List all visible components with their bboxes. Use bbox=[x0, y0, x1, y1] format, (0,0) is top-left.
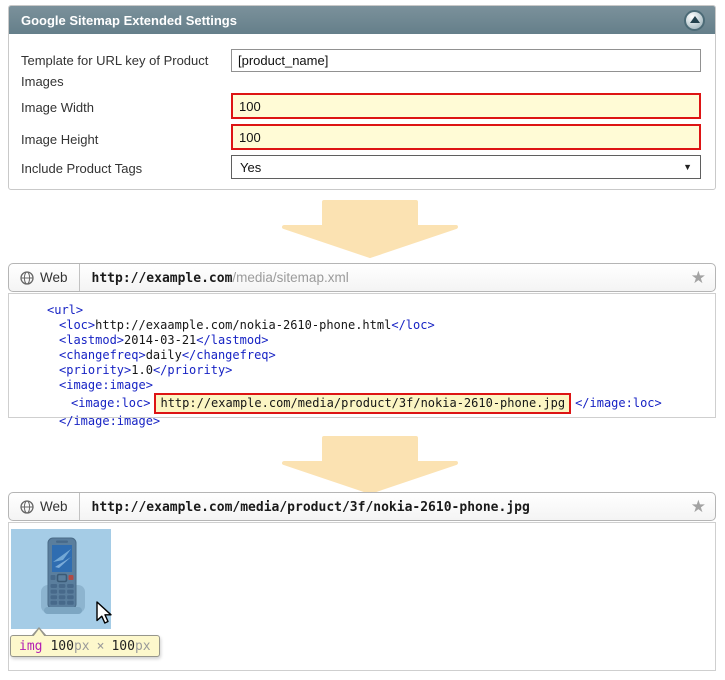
highlighted-image-url: http://example.com/media/product/3f/noki… bbox=[154, 393, 571, 414]
tooltip-width-value: 100 bbox=[50, 639, 73, 654]
chevron-down-icon: ▼ bbox=[683, 162, 692, 172]
bookmark-star-icon[interactable]: ★ bbox=[691, 269, 715, 286]
tooltip-tag-name: img bbox=[19, 639, 42, 654]
image-width-input[interactable] bbox=[231, 93, 701, 119]
field-label-image-height: Image Height bbox=[21, 129, 229, 150]
down-arrow-graphic bbox=[282, 200, 458, 258]
web-button-label: Web bbox=[40, 270, 68, 285]
url-display: http://example.com/media/product/3f/noki… bbox=[80, 499, 530, 515]
url-full: http://example.com/media/product/3f/noki… bbox=[92, 500, 530, 515]
tooltip-height-unit: px bbox=[135, 639, 151, 654]
field-label-image-width: Image Width bbox=[21, 97, 229, 118]
panel-title: Google Sitemap Extended Settings bbox=[21, 13, 237, 28]
xml-line: <changefreq>daily</changefreq> bbox=[9, 348, 715, 363]
collapse-section-button[interactable] bbox=[684, 10, 705, 31]
web-button[interactable]: Web bbox=[9, 264, 79, 291]
xml-line: <lastmod>2014-03-21</lastmod> bbox=[9, 333, 715, 348]
include-product-tags-select[interactable]: Yes ▼ bbox=[231, 155, 701, 179]
xml-line: <url> bbox=[9, 303, 715, 318]
xml-line-image-loc: <image:loc>http://example.com/media/prod… bbox=[9, 393, 715, 414]
url-path: /media/sitemap.xml bbox=[232, 270, 348, 285]
image-height-input[interactable] bbox=[231, 124, 701, 150]
xml-line: </image:image> bbox=[9, 414, 715, 429]
arrow-up-icon bbox=[690, 16, 700, 23]
field-label-url-key-template: Template for URL key of Product Images bbox=[21, 50, 229, 92]
xml-line: <loc>http://exaample.com/nokia-2610-phon… bbox=[9, 318, 715, 333]
image-size-tooltip: img100px×100px bbox=[10, 635, 160, 657]
address-bar[interactable]: Web http://example.com/media/product/3f/… bbox=[8, 492, 716, 521]
mouse-cursor-icon bbox=[95, 601, 113, 625]
web-button[interactable]: Web bbox=[9, 493, 79, 520]
image-view: img100px×100px bbox=[8, 522, 716, 671]
globe-icon bbox=[20, 500, 34, 514]
address-bar[interactable]: Web http://example.com/media/sitemap.xml… bbox=[8, 263, 716, 292]
image-browser-window: Web http://example.com/media/product/3f/… bbox=[8, 492, 716, 671]
web-button-label: Web bbox=[40, 499, 68, 514]
globe-icon bbox=[20, 271, 34, 285]
tooltip-height-value: 100 bbox=[111, 639, 134, 654]
url-key-template-input[interactable] bbox=[231, 49, 701, 72]
sitemap-browser-window: Web http://example.com/media/sitemap.xml… bbox=[8, 263, 716, 418]
bookmark-star-icon[interactable]: ★ bbox=[691, 498, 715, 515]
tooltip-notch bbox=[33, 629, 45, 637]
panel-header: Google Sitemap Extended Settings bbox=[9, 6, 715, 34]
xml-line: <image:image> bbox=[9, 378, 715, 393]
xml-line: <priority>1.0</priority> bbox=[9, 363, 715, 378]
down-arrow-graphic bbox=[282, 436, 458, 494]
page: Google Sitemap Extended Settings Templat… bbox=[0, 0, 725, 680]
tooltip-width-unit: px bbox=[74, 639, 90, 654]
select-value: Yes bbox=[240, 160, 261, 175]
tooltip-times-sign: × bbox=[97, 639, 105, 654]
google-sitemap-settings-panel: Google Sitemap Extended Settings Templat… bbox=[8, 5, 716, 190]
field-label-include-product-tags: Include Product Tags bbox=[21, 158, 229, 179]
url-display: http://example.com/media/sitemap.xml bbox=[80, 270, 349, 286]
xml-source-view: <url> <loc>http://exaample.com/nokia-261… bbox=[8, 293, 716, 418]
url-domain: http://example.com bbox=[92, 271, 233, 286]
